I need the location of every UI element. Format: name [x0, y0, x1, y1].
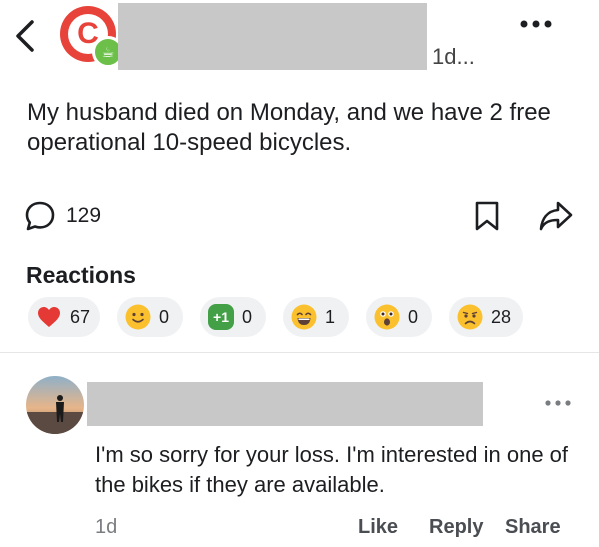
sad-face-icon [457, 304, 483, 330]
comment-reply-button[interactable]: Reply [429, 516, 483, 539]
plus-one-label: +1 [213, 309, 229, 325]
share-arrow-icon[interactable] [538, 200, 574, 232]
reaction-smile[interactable]: 0 [117, 297, 183, 337]
reaction-grin[interactable]: 1 [283, 297, 349, 337]
reaction-sad[interactable]: 28 [449, 297, 523, 337]
plus-one-icon: +1 [208, 304, 234, 330]
reaction-plus-one[interactable]: +1 0 [200, 297, 266, 337]
redacted-commenter-name [87, 382, 483, 426]
reaction-count: 67 [70, 307, 91, 327]
comment-more-options-icon[interactable] [543, 396, 573, 410]
surprised-face-icon [374, 304, 400, 330]
comment-share-button[interactable]: Share [505, 516, 561, 539]
reaction-count: 0 [159, 307, 170, 327]
post-body: My husband died on Monday, and we have 2… [27, 99, 551, 156]
heart-icon [38, 307, 60, 327]
bookmark-icon[interactable] [474, 200, 500, 232]
redacted-author-name [118, 3, 427, 70]
post-timestamp: 1d... [432, 44, 475, 69]
reaction-surprised[interactable]: 0 [366, 297, 432, 337]
back-chevron-icon[interactable] [10, 18, 40, 54]
reaction-count: 0 [242, 307, 253, 327]
smile-face-icon [125, 304, 151, 330]
more-options-icon[interactable] [518, 14, 554, 34]
reaction-count: 0 [408, 307, 419, 327]
divider [0, 352, 599, 353]
comment-bubble-icon[interactable] [24, 200, 56, 232]
reaction-count: 28 [491, 307, 512, 327]
comment-count[interactable]: 129 [66, 204, 101, 228]
comment-timestamp: 1d [95, 516, 118, 538]
comment-body: I'm so sorry for your loss. I'm interest… [95, 442, 569, 497]
comment-like-button[interactable]: Like [358, 516, 398, 539]
commenter-avatar[interactable] [26, 376, 84, 434]
reaction-heart[interactable]: 67 [28, 297, 100, 337]
reactions-heading: Reactions [26, 262, 136, 288]
grin-face-icon [291, 304, 317, 330]
reaction-count: 1 [325, 307, 336, 327]
